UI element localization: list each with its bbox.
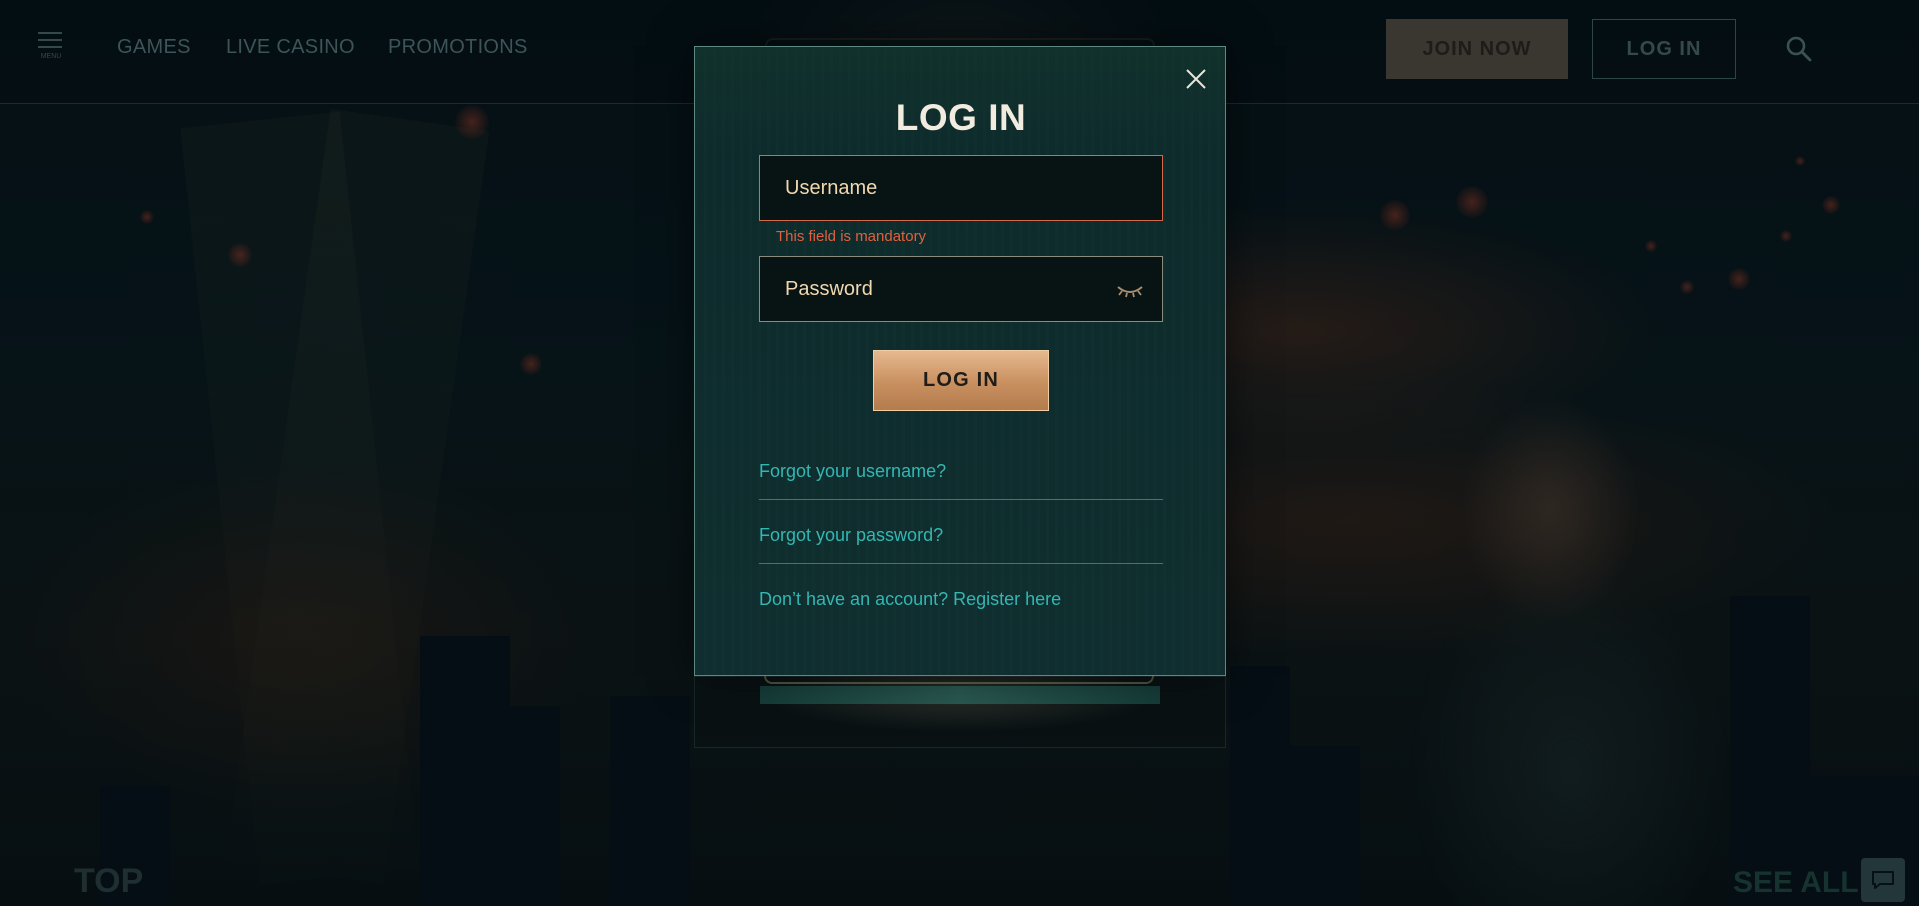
divider [759,563,1163,564]
see-all-link[interactable]: SEE ALL [1733,866,1859,900]
hero-cta-bar [760,686,1160,704]
nav-link-promotions[interactable]: PROMOTIONS [388,36,528,59]
hamburger-icon-line [38,39,62,41]
menu-label: MENU [40,53,62,60]
login-submit-button[interactable]: LOG IN [873,350,1049,411]
chat-icon [1872,871,1894,889]
show-password-toggle[interactable] [1116,279,1144,301]
forgot-password-link[interactable]: Forgot your password? [759,525,943,546]
password-field [759,256,1163,322]
username-error-message: This field is mandatory [776,228,927,245]
eye-closed-icon [1117,286,1143,298]
register-link[interactable]: Don’t have an account? Register here [759,589,1061,610]
close-icon [1186,69,1206,89]
username-field [759,155,1163,221]
section-title: TOP [74,862,144,900]
hamburger-icon-line [38,46,62,48]
chat-button[interactable] [1861,858,1905,902]
search-icon[interactable] [1785,35,1813,63]
close-button[interactable] [1184,67,1208,91]
nav-link-live-casino[interactable]: LIVE CASINO [226,36,355,59]
menu-button[interactable]: MENU [36,30,66,62]
login-modal: LOG IN This field is mandatory LOG IN Fo… [694,46,1226,676]
password-input[interactable] [760,257,1162,321]
username-input[interactable] [760,156,1162,220]
nav-link-games[interactable]: GAMES [117,36,191,59]
forgot-username-link[interactable]: Forgot your username? [759,461,946,482]
header-login-button[interactable]: LOG IN [1592,19,1736,79]
modal-title: LOG IN [895,97,1027,138]
join-now-button[interactable]: JOIN NOW [1386,19,1568,79]
hamburger-icon [38,32,62,34]
divider [759,499,1163,500]
